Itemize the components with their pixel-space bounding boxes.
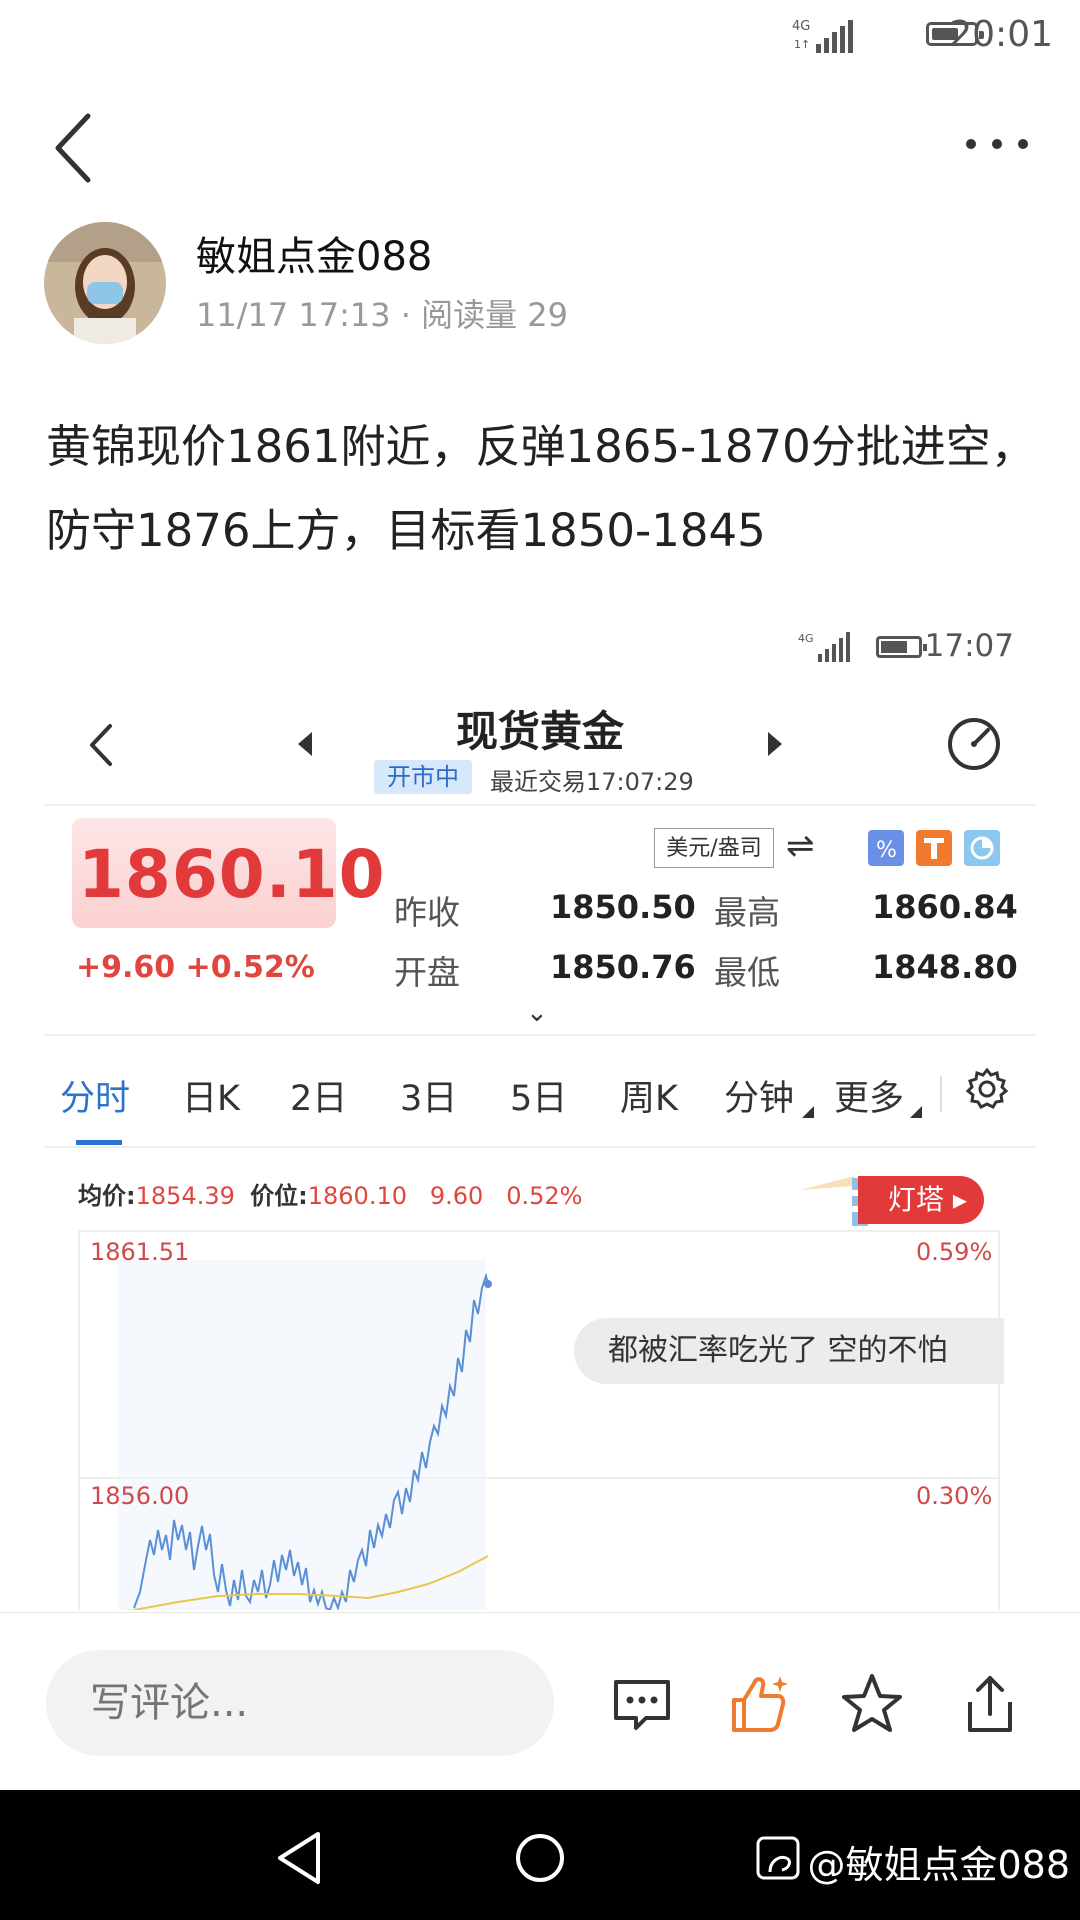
- nav-home-icon[interactable]: [514, 1832, 566, 1884]
- watermark: @敏姐点金088: [807, 1843, 1070, 1887]
- comment-icon[interactable]: [606, 1668, 678, 1740]
- tab-2day[interactable]: 2日: [290, 1070, 347, 1121]
- price-value: 1860.10: [307, 1182, 407, 1210]
- back-arrow-icon[interactable]: [46, 110, 102, 186]
- svg-text:4G: 4G: [798, 632, 814, 645]
- axis-mid-right: 0.30%: [916, 1482, 993, 1510]
- comment-input[interactable]: [46, 1650, 554, 1756]
- high-value: 1860.84: [872, 888, 1018, 926]
- prev-close-label: 昨收: [394, 893, 460, 932]
- latest-point: [484, 1280, 492, 1288]
- market-status-badge: 开市中: [374, 760, 472, 794]
- post-text: 黄锦现价1861附近，反弹1865-1870分批进空，防守1876上方，目标看1…: [46, 420, 1036, 557]
- like-icon[interactable]: [722, 1668, 794, 1740]
- tab-fenshi[interactable]: 分时: [60, 1070, 130, 1121]
- share-icon[interactable]: [954, 1668, 1026, 1740]
- avg-label: 均价:: [78, 1182, 136, 1210]
- avatar[interactable]: [44, 222, 166, 344]
- divider: [44, 1034, 1036, 1036]
- high-label: 最高: [714, 893, 780, 932]
- low-value: 1848.80: [872, 948, 1018, 986]
- tab-5day[interactable]: 5日: [510, 1070, 567, 1121]
- tab-more[interactable]: 更多: [834, 1070, 904, 1121]
- svg-text:%: %: [876, 838, 897, 863]
- status-time: 20:01: [949, 14, 1053, 55]
- axis-mid-left: 1856.00: [90, 1482, 190, 1510]
- prev-close-value: 1850.50: [550, 888, 696, 926]
- signal-icon: 4G 1↑: [792, 19, 853, 53]
- embedded-battery-icon: [876, 636, 927, 658]
- next-instrument-icon[interactable]: [764, 730, 786, 758]
- more-dropdown-icon: [910, 1106, 922, 1118]
- tab-3day[interactable]: 3日: [400, 1070, 457, 1121]
- post-meta: 11/17 17:13 · 阅读量 29: [196, 296, 569, 334]
- axis-top-left: 1861.51: [90, 1238, 190, 1266]
- embedded-signal-icon: 4G: [798, 632, 850, 662]
- currency-unit-button[interactable]: 美元/盎司: [654, 828, 774, 868]
- weibo-logo-icon: [756, 1836, 800, 1880]
- divider: [44, 1146, 1036, 1148]
- open-label: 开盘: [394, 953, 460, 992]
- price-summary-line: 均价:1854.39 价位:1860.10 9.60 0.52%: [78, 1176, 582, 1211]
- nav-back-icon[interactable]: [274, 1830, 326, 1886]
- swap-icon[interactable]: ⇌: [786, 826, 815, 866]
- diff-value: 9.60: [429, 1182, 484, 1210]
- tower-tool-icon[interactable]: [916, 830, 952, 866]
- axis-top-right: 0.59%: [916, 1238, 993, 1266]
- embedded-status-time: 17:07: [924, 628, 1014, 664]
- pie-tool-icon[interactable]: [964, 830, 1000, 866]
- status-bar: [0, 0, 1080, 70]
- low-label: 最低: [714, 953, 780, 992]
- price-label: 价位:: [250, 1182, 308, 1210]
- percent-tool-icon[interactable]: %: [868, 830, 904, 866]
- current-price: 1860.10: [78, 836, 386, 913]
- author-name[interactable]: 敏姐点金088: [196, 224, 432, 282]
- lighthouse-button[interactable]: 灯塔 ▸: [858, 1176, 984, 1224]
- tab-minute[interactable]: 分钟: [724, 1070, 794, 1121]
- svg-text:4G: 4G: [792, 19, 810, 34]
- lighthouse-label: 灯塔: [888, 1183, 945, 1216]
- tab-separator: [940, 1076, 942, 1112]
- open-value: 1850.76: [550, 948, 696, 986]
- active-tab-indicator: [76, 1140, 122, 1145]
- more-options-icon[interactable]: [962, 122, 1032, 166]
- intraday-chart: [78, 1230, 1000, 1610]
- last-trade-time: 最近交易17:07:29: [490, 768, 694, 796]
- price-change: +9.60 +0.52%: [76, 950, 315, 985]
- tab-daily-k[interactable]: 日K: [182, 1070, 240, 1121]
- avg-value: 1854.39: [135, 1182, 235, 1210]
- speedometer-icon[interactable]: [944, 714, 1004, 774]
- comment-bubble: 都被汇率吃光了 空的不怕: [574, 1318, 1004, 1384]
- pct-value: 0.52%: [506, 1182, 583, 1210]
- favorite-star-icon[interactable]: [836, 1668, 908, 1740]
- divider: [44, 804, 1036, 806]
- expand-chevron-icon[interactable]: ⌄: [526, 998, 548, 1028]
- minute-dropdown-icon: [802, 1106, 814, 1118]
- tab-weekly-k[interactable]: 周K: [620, 1070, 678, 1121]
- period-tabs: 分时 日K 2日 3日 5日 周K 分钟 更多: [44, 1060, 1036, 1150]
- settings-gear-icon[interactable]: [964, 1066, 1010, 1112]
- svg-text:1↑: 1↑: [794, 38, 810, 51]
- instrument-title: 现货黄金: [455, 707, 624, 756]
